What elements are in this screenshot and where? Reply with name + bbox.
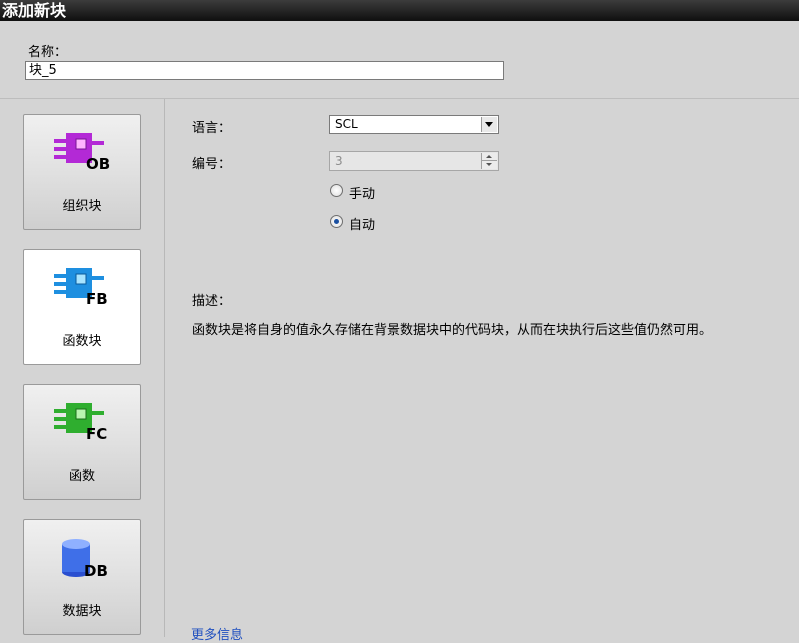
spin-up-icon — [482, 153, 497, 161]
radio-manual[interactable]: 手动 — [330, 183, 470, 202]
title-bar: 添加新块 — [0, 0, 799, 21]
radio-manual-circle[interactable] — [330, 184, 343, 197]
radio-auto-circle[interactable] — [330, 215, 343, 228]
description-title: 描述： — [192, 294, 232, 309]
database-icon: DB — [62, 539, 108, 580]
number-spinner: 3 — [329, 151, 499, 171]
number-label: 编号： — [192, 157, 232, 172]
block-button-fb[interactable]: FB 函数块 — [23, 249, 141, 365]
organization-block-icon: OB — [54, 133, 110, 173]
db-code: DB — [84, 562, 108, 580]
block-label-fb: 函数块 — [62, 334, 102, 349]
name-label: 名称： — [28, 45, 68, 60]
block-label-db: 数据块 — [62, 604, 102, 619]
function-icon: FC — [54, 403, 107, 443]
ob-code: OB — [86, 155, 110, 173]
spin-down-icon — [482, 161, 497, 169]
block-button-ob[interactable]: OB 组织块 — [23, 114, 141, 230]
name-input[interactable]: 块_5 — [25, 61, 504, 80]
radio-auto-label: 自动 — [349, 218, 376, 233]
language-label: 语言： — [192, 121, 232, 136]
name-section: 名称： 块_5 — [0, 21, 799, 99]
language-value: SCL — [335, 117, 358, 131]
language-select[interactable]: SCL — [329, 115, 499, 134]
block-label-fc: 函数 — [68, 469, 95, 484]
more-info-link[interactable]: 更多信息 — [191, 624, 243, 643]
window-title: 添加新块 — [2, 1, 67, 20]
block-button-db[interactable]: DB 数据块 — [23, 519, 141, 635]
spinner-buttons — [481, 153, 497, 169]
radio-manual-label: 手动 — [349, 187, 376, 202]
chevron-down-icon[interactable] — [481, 117, 497, 132]
number-value: 3 — [335, 154, 343, 168]
fc-code: FC — [86, 425, 107, 443]
fb-code: FB — [86, 290, 108, 308]
block-button-fc[interactable]: FC 函数 — [23, 384, 141, 500]
description-text: 函数块是将自身的值永久存储在背景数据块中的代码块，从而在块执行后这些值仍然可用。 — [192, 323, 713, 338]
block-label-ob: 组织块 — [62, 199, 102, 214]
block-type-panel: OB 组织块 FB 函数块 FC 函数 DB 数据块 — [0, 99, 165, 637]
function-block-icon: FB — [54, 268, 108, 308]
radio-auto[interactable]: 自动 — [330, 214, 470, 233]
